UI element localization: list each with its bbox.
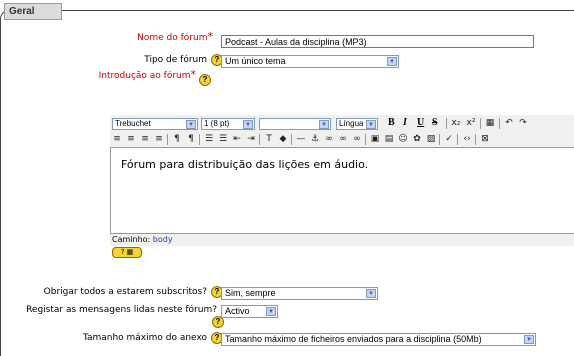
size-select[interactable]: 1 (8 pt) ▼ <box>201 118 255 130</box>
clean-word-icon[interactable]: ▦ <box>484 117 496 129</box>
path-value[interactable]: body <box>153 235 173 244</box>
special-char-icon[interactable]: ✿ <box>411 133 423 145</box>
ordered-list-icon[interactable]: ☰ <box>203 133 215 145</box>
ltr-icon[interactable]: ¶ <box>171 133 183 145</box>
toolbar-separator <box>291 134 292 145</box>
help-icon[interactable]: ? <box>199 74 211 86</box>
superscript-icon[interactable]: x² <box>465 117 477 129</box>
italic-icon[interactable]: I <box>403 117 407 128</box>
anchor-icon[interactable]: ⚓ <box>309 133 321 145</box>
forum-type-select[interactable]: Um único tema ▼ <box>221 55 399 68</box>
toolbar-separator <box>259 134 260 145</box>
toolbar-separator <box>475 134 476 145</box>
chevron-down-icon: ▼ <box>319 120 329 129</box>
force-subscribe-value: Sim, sempre <box>225 288 276 298</box>
table-icon[interactable]: ▤ <box>383 133 395 145</box>
align-justify-icon[interactable]: ≡ <box>153 133 165 145</box>
force-subscribe-select[interactable]: Sim, sempre ▼ <box>221 287 378 300</box>
toolbar-separator <box>457 134 458 145</box>
keyboard-help-icon[interactable]: ? ▦ <box>112 247 142 258</box>
chevron-down-icon: ▼ <box>387 57 397 66</box>
align-left-icon[interactable]: ≡ <box>111 133 123 145</box>
align-right-icon[interactable]: ≡ <box>139 133 151 145</box>
redo-icon[interactable]: ↷ <box>517 117 529 129</box>
strikethrough-icon[interactable]: S <box>432 117 438 128</box>
toolbar-separator <box>499 118 500 129</box>
nolink-icon[interactable]: ∞ <box>351 133 363 145</box>
toolbar-separator <box>439 134 440 145</box>
fullscreen-icon[interactable]: ⊠ <box>479 133 491 145</box>
toolbar-separator <box>199 134 200 145</box>
rtl-icon[interactable]: ¶ <box>185 133 197 145</box>
font-select[interactable]: Trebuchet ▼ <box>112 118 198 130</box>
required-mark: * <box>190 68 197 81</box>
forum-type-label: Tipo de fórum <box>144 55 207 65</box>
editor-content[interactable]: Fórum para distribuição das lições em áu… <box>110 147 574 234</box>
toolbar-separator <box>480 118 481 129</box>
subscript-icon[interactable]: x₂ <box>450 117 462 129</box>
section-legend: Geral <box>4 3 62 20</box>
track-read-value: Activo <box>225 306 250 316</box>
align-center-icon[interactable]: ≡ <box>125 133 137 145</box>
outdent-icon[interactable]: ⇤ <box>231 133 243 145</box>
max-attachment-select[interactable]: Tamanho máximo de ficheiros enviados par… <box>221 333 536 346</box>
force-subscribe-label: Obrigar todos a estarem subscritos? <box>43 287 207 297</box>
track-read-label: Registar as mensagens lidas neste fórum? <box>26 305 217 315</box>
paste-icon[interactable]: ▨ <box>425 133 437 145</box>
toolbar-separator <box>446 118 447 129</box>
toolbar-separator <box>365 134 366 145</box>
chevron-down-icon: ▼ <box>524 335 534 344</box>
undo-icon[interactable]: ↶ <box>503 117 515 129</box>
forum-name-input[interactable]: Podcast - Aulas da disciplina (MP3) <box>221 35 534 48</box>
max-attachment-label: Tamanho máximo do anexo <box>82 333 207 343</box>
max-attachment-value: Tamanho máximo de ficheiros enviados par… <box>225 334 482 344</box>
html-source-icon[interactable]: ‹› <box>461 133 473 145</box>
underline-icon[interactable]: U <box>417 117 424 128</box>
chevron-down-icon: ▼ <box>366 289 376 298</box>
editor-toolbar-1: Trebuchet ▼ 1 (8 pt) ▼ ▼ Língua ▼ B I U S x… <box>110 115 574 132</box>
background-color-icon[interactable]: ◆ <box>277 133 289 145</box>
required-mark: * <box>207 30 214 43</box>
text-color-icon[interactable]: T <box>263 133 275 145</box>
indent-icon[interactable]: ⇥ <box>245 133 257 145</box>
intro-label: Introdução ao fórum* <box>98 68 197 81</box>
link-icon[interactable]: ∞ <box>323 133 335 145</box>
spellcheck-icon[interactable]: ✓ <box>443 133 455 145</box>
bold-icon[interactable]: B <box>388 117 395 128</box>
chevron-down-icon: ▼ <box>186 120 196 129</box>
chevron-down-icon: ▼ <box>266 307 276 316</box>
forum-name-label: Nome do fórum* <box>137 30 214 43</box>
format-select[interactable]: ▼ <box>259 118 331 130</box>
path-label: Caminho: <box>112 235 151 244</box>
editor-toolbar-2: ≡ ≡ ≡ ≡ ¶ ¶ ☰ ☰ ⇤ ⇥ T ◆ — ⚓ ∞ ∞ ∞ ▣ ▤ ☺ … <box>110 131 574 148</box>
image-icon[interactable]: ▣ <box>369 133 381 145</box>
editor-status-bar: Caminho: body <box>110 234 574 246</box>
forum-type-value: Um único tema <box>225 56 286 66</box>
chevron-down-icon: ▼ <box>366 120 376 129</box>
language-select[interactable]: Língua ▼ <box>336 118 378 130</box>
unordered-list-icon[interactable]: ☰ <box>217 133 229 145</box>
smiley-icon[interactable]: ☺ <box>397 133 409 145</box>
horizontal-rule-icon[interactable]: — <box>295 133 307 145</box>
unlink-icon[interactable]: ∞ <box>337 133 349 145</box>
toolbar-separator <box>167 134 168 145</box>
track-read-select[interactable]: Activo ▼ <box>221 305 278 318</box>
chevron-down-icon: ▼ <box>243 120 253 129</box>
